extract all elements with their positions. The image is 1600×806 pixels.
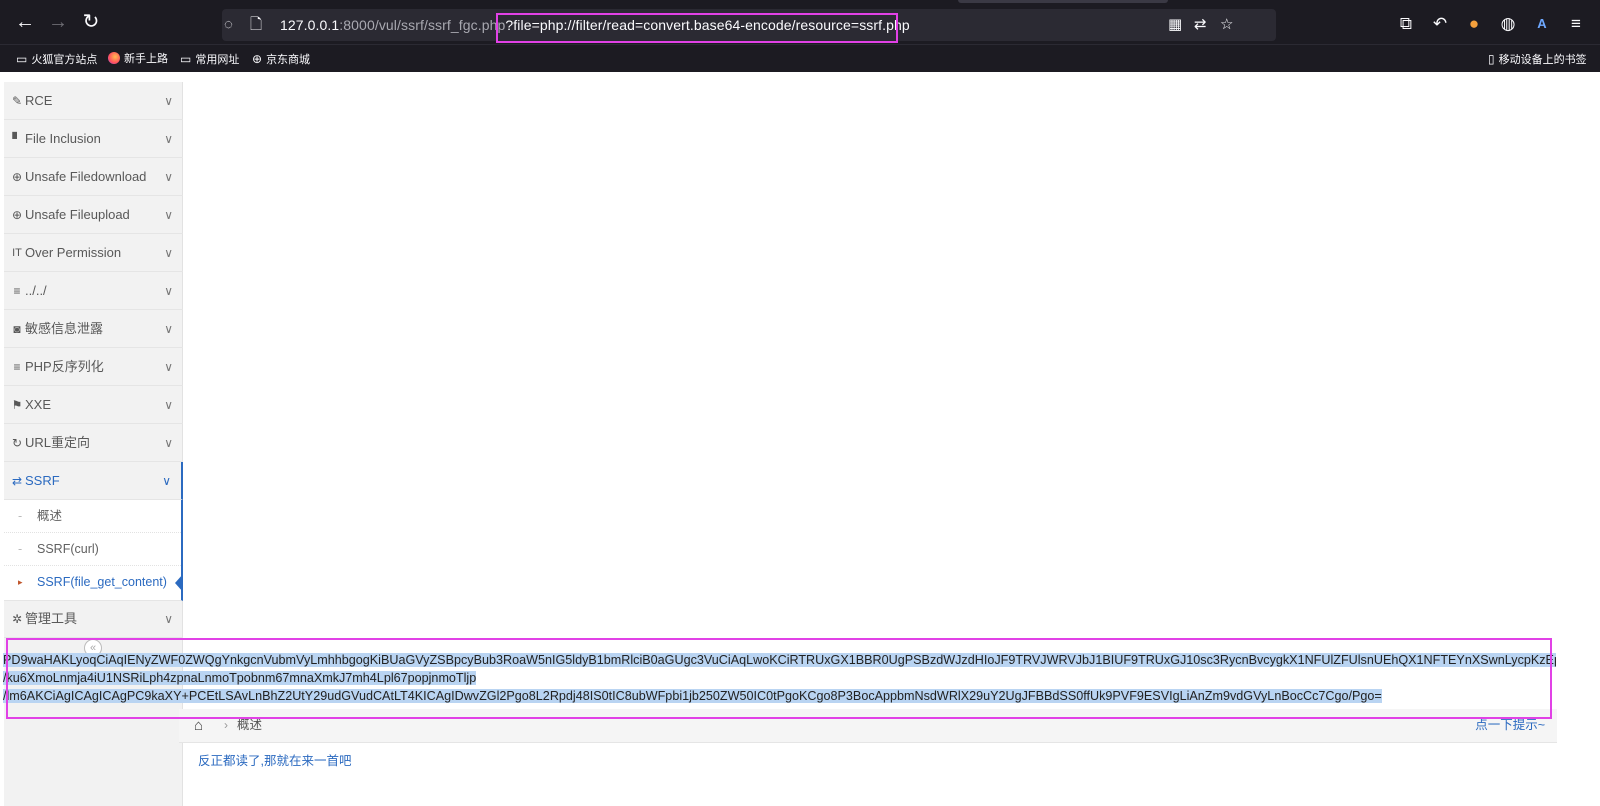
output-highlight-box <box>6 638 1552 719</box>
sidebar-item-php-unserialize[interactable]: ≡ PHP反序列化 ∨ <box>4 348 183 386</box>
chevron-down-icon: ∨ <box>164 360 173 374</box>
qr-code-icon[interactable]: ▦ <box>1168 9 1182 41</box>
active-pointer-icon <box>175 574 183 592</box>
url-query-highlight-box <box>496 13 898 43</box>
firefox-icon <box>108 52 120 64</box>
chevron-down-icon: ∨ <box>162 474 171 488</box>
fox-extension-icon[interactable]: ● <box>1462 12 1486 36</box>
content-link[interactable]: 反正都读了,那就在来一首吧 <box>198 752 351 770</box>
sidebar-item-xxe[interactable]: ⚑ XXE ∨ <box>4 386 183 424</box>
home-icon[interactable]: ⌂ <box>194 718 211 733</box>
sidebar-item-url-redirect[interactable]: ↻ URL重定向 ∨ <box>4 424 183 462</box>
chevron-down-icon: ∨ <box>164 208 173 222</box>
exchange-icon: ⇄ <box>11 474 23 488</box>
back-arrow-icon: ← <box>15 11 35 33</box>
upload-icon: ⊕ <box>11 208 23 222</box>
forward-arrow-icon: → <box>48 11 68 33</box>
page-info-icon[interactable]: 🗋 <box>250 9 262 41</box>
camera-icon: ◙ <box>13 322 21 336</box>
gear-icon: ✲ <box>11 612 23 626</box>
url-host: 127.0.0.1 <box>280 17 340 33</box>
forward-button[interactable]: → <box>46 10 70 34</box>
chevron-down-icon: ∨ <box>164 170 173 184</box>
sidebar-item-file-inclusion[interactable]: ▘ File Inclusion ∨ <box>4 120 183 158</box>
url-path: :8000/vul/ssrf/ssrf_fgc.php <box>339 17 506 33</box>
translate-icon[interactable]: ⇄ <box>1194 9 1207 41</box>
mobile-device-icon: ▯ <box>1488 52 1495 66</box>
undo-icon[interactable]: ↶ <box>1428 12 1452 36</box>
sidebar-subitem-ssrf-file-get-content[interactable]: ▸ SSRF(file_get_content) <box>4 566 183 599</box>
flag-icon: ⚑ <box>11 398 23 412</box>
sidebar-item-over-permission[interactable]: IT Over Permission ∨ <box>4 234 183 272</box>
align-left-icon: ≡ <box>13 360 21 374</box>
chevron-down-icon: ∨ <box>164 94 173 108</box>
bookmark-firefox-site[interactable]: ▭ 火狐官方站点 <box>16 50 97 68</box>
refresh-icon: ↻ <box>11 436 23 450</box>
chevron-down-icon: ∨ <box>164 436 173 450</box>
folder-icon: ▭ <box>16 52 28 66</box>
sidebar-item-admin-tools[interactable]: ✲ 管理工具 ∨ <box>4 600 183 638</box>
bookmark-jd-mall[interactable]: ⊕ 京东商城 <box>252 50 310 68</box>
language-icon[interactable]: A <box>1530 12 1554 36</box>
bookmark-getting-started[interactable]: 新手上路 <box>108 50 168 68</box>
ssrf-submenu: - 概述 - SSRF(curl) ▸ SSRF(file_get_content) <box>4 500 183 601</box>
sidebar-subitem-ssrf-curl[interactable]: - SSRF(curl) <box>4 533 181 566</box>
folder-icon: ▭ <box>180 52 192 66</box>
chevron-down-icon: ∨ <box>164 322 173 336</box>
reload-icon: ↻ <box>82 11 100 33</box>
chevron-down-icon: ∨ <box>164 612 173 626</box>
bookmarks-bar: ▭ 火狐官方站点 新手上路 ▭ 常用网址 ⊕ 京东商城 ▯ 移动设备上的书签 <box>0 44 1600 72</box>
chevron-down-icon: ∨ <box>164 246 173 260</box>
shield-icon[interactable]: ◌ <box>224 9 233 41</box>
chevron-down-icon: ∨ <box>164 284 173 298</box>
sidebar-item-rce[interactable]: ✎ RCE ∨ <box>4 82 183 120</box>
text-cursor-icon: IT <box>12 247 22 259</box>
caret-right-icon: ▸ <box>18 577 23 587</box>
browser-toolbar: ← → ↻ ◌ 🗋 127.0.0.1:8000/vul/ssrf/ssrf_f… <box>0 0 1600 44</box>
cookie-icon[interactable]: ◍ <box>1496 12 1520 36</box>
screenshot-crop-icon[interactable]: ⧉ <box>1394 12 1418 36</box>
mobile-bookmarks[interactable]: ▯ 移动设备上的书签 <box>1488 50 1587 68</box>
reload-button[interactable]: ↻ <box>79 10 103 34</box>
globe-icon: ⊕ <box>252 52 263 66</box>
chevron-down-icon: ∨ <box>164 132 173 146</box>
align-left-icon: ≡ <box>13 284 21 298</box>
sidebar-item-info-leak[interactable]: ◙ 敏感信息泄露 ∨ <box>4 310 183 348</box>
sidebar-item-unsafe-filedownload[interactable]: ⊕ Unsafe Filedownload ∨ <box>4 158 183 196</box>
back-button[interactable]: ← <box>13 10 37 34</box>
chevron-down-icon: ∨ <box>164 398 173 412</box>
sidebar-subitem-overview[interactable]: - 概述 <box>4 500 181 533</box>
bookmark-star-icon[interactable]: ☆ <box>1220 9 1233 41</box>
tab-strip-edge <box>958 0 1168 3</box>
sidebar-item-unsafe-fileupload[interactable]: ⊕ Unsafe Fileupload ∨ <box>4 196 183 234</box>
bookmark-common-sites[interactable]: ▭ 常用网址 <box>180 50 239 68</box>
pencil-icon: ✎ <box>11 94 23 108</box>
sidebar-item-ssrf[interactable]: ⇄ SSRF ∨ <box>4 462 183 500</box>
file-icon: ▘ <box>12 132 22 146</box>
menu-icon[interactable]: ≡ <box>1564 12 1588 36</box>
download-icon: ⊕ <box>11 170 23 184</box>
sidebar-item-directory-traversal[interactable]: ≡ ../../∨ <box>4 272 183 310</box>
